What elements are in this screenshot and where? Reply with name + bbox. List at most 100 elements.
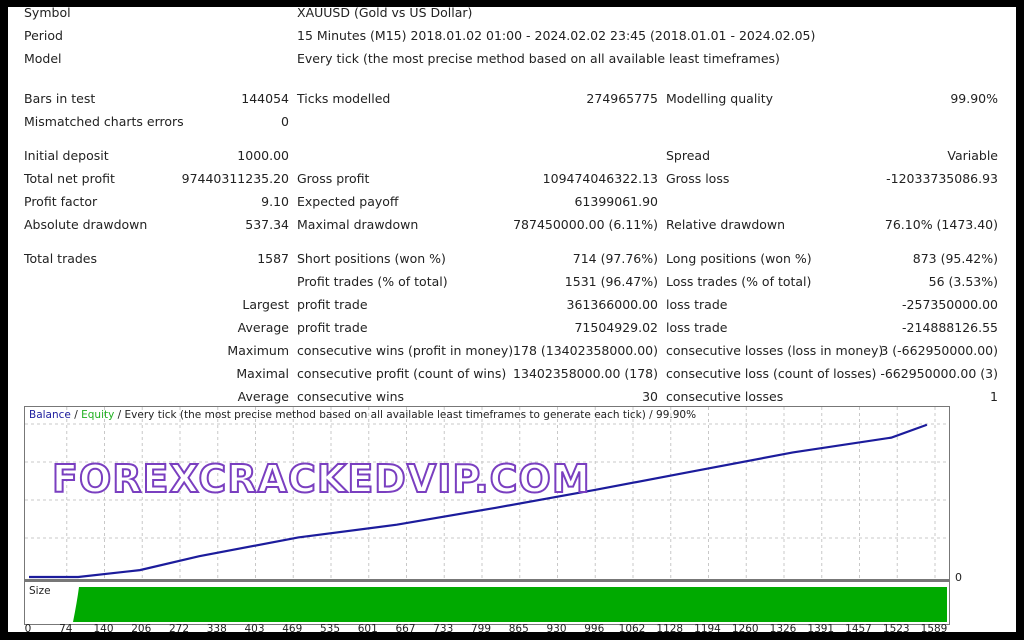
stat-label-2: consecutive wins (profit in money) xyxy=(297,343,514,358)
stat-row: Average consecutive wins 30 consecutive los… xyxy=(8,388,1016,406)
stat-label-1: Initial deposit xyxy=(24,148,109,163)
stat-label-1: Mismatched charts errors xyxy=(24,114,184,129)
stat-label-2: Maximal drawdown xyxy=(297,217,419,232)
stat-value-1: 537.34 xyxy=(245,217,289,232)
x-tick-label: 733 xyxy=(433,623,454,632)
stat-label-3: consecutive losses (loss in money) xyxy=(666,343,884,358)
stat-value-1: Average xyxy=(237,320,289,335)
x-tick-label: 601 xyxy=(357,623,378,632)
watermark-logo: FOREXCRACKEDVIP.COM xyxy=(51,456,591,502)
stat-value-2: 714 (97.76%) xyxy=(572,251,658,266)
stat-value-3: 56 (3.53%) xyxy=(928,274,998,289)
stat-value-1: Largest xyxy=(242,297,289,312)
period-label: Period xyxy=(24,28,63,43)
row-model: Model Every tick (the most precise metho… xyxy=(8,50,1016,68)
stat-label-3: Gross loss xyxy=(666,171,730,186)
x-tick-label: 1128 xyxy=(656,623,684,632)
stat-row: Largest profit trade 361366000.00 loss trad… xyxy=(8,296,1016,314)
stat-value-1: 144054 xyxy=(241,91,289,106)
stat-value-2: 13402358000.00 (178) xyxy=(513,366,658,381)
x-tick-label: 74 xyxy=(59,623,73,632)
stat-label-3: Long positions (won %) xyxy=(666,251,812,266)
stat-value-2: 30 xyxy=(642,389,658,404)
stat-row: Maximal consecutive profit (count of wins… xyxy=(8,365,1016,383)
stat-value-2: 1531 (96.47%) xyxy=(564,274,658,289)
x-tick-label: 1589 xyxy=(920,623,948,632)
stat-value-3: -257350000.00 xyxy=(902,297,998,312)
stat-label-3: loss trade xyxy=(666,320,728,335)
stat-label-1: Absolute drawdown xyxy=(24,217,148,232)
stat-value-1: 97440311235.20 xyxy=(181,171,289,186)
stat-label-2: consecutive wins xyxy=(297,389,405,404)
stat-label-3: consecutive losses xyxy=(666,389,784,404)
size-pane: Size xyxy=(24,581,950,625)
stat-label-3: Spread xyxy=(666,148,711,163)
stat-value-2: 178 (13402358000.00) xyxy=(513,343,658,358)
x-tick-label: 1062 xyxy=(618,623,646,632)
x-tick-label: 667 xyxy=(395,623,416,632)
period-value: 15 Minutes (M15) 2018.01.02 01:00 - 2024… xyxy=(297,28,816,43)
stat-label-2: profit trade xyxy=(297,297,368,312)
stat-label-2: Expected payoff xyxy=(297,194,399,209)
x-tick-label: 865 xyxy=(508,623,529,632)
x-tick-label: 535 xyxy=(319,623,341,632)
stat-row: Bars in test 144054 Ticks modelled 27496577… xyxy=(8,90,1016,108)
stat-value-2: 361366000.00 xyxy=(566,297,658,312)
x-tick-label: 1326 xyxy=(769,623,797,632)
stat-value-2: 61399061.90 xyxy=(574,194,658,209)
stat-value-3: Variable xyxy=(947,148,998,163)
stat-value-3: 873 (95.42%) xyxy=(912,251,998,266)
y-tick-label: 0 xyxy=(955,571,962,584)
stat-value-3: -214888126.55 xyxy=(902,320,998,335)
stat-label-2: consecutive profit (count of wins) xyxy=(297,366,507,381)
stat-value-2: 109474046322.13 xyxy=(542,171,658,186)
stat-label-3: Relative drawdown xyxy=(666,217,786,232)
stat-value-3: 3 (-662950000.00) xyxy=(880,343,998,358)
chart-legend: Balance / Equity / Every tick (the most … xyxy=(29,409,696,421)
stat-value-1: 1000.00 xyxy=(237,148,289,163)
stat-row: Absolute drawdown 537.34 Maximal drawdown 7… xyxy=(8,216,1016,234)
stat-label-3: Loss trades (% of total) xyxy=(666,274,812,289)
x-tick-label: 0 xyxy=(24,623,32,632)
x-tick-label: 272 xyxy=(168,623,190,632)
x-tick-label: 1391 xyxy=(807,623,835,632)
x-tick-label: 140 xyxy=(93,623,114,632)
stat-label-2: Gross profit xyxy=(297,171,370,186)
legend-model: / Every tick (the most precise method ba… xyxy=(114,409,697,421)
stat-value-1: 1587 xyxy=(257,251,289,266)
stat-value-1: 9.10 xyxy=(261,194,289,209)
stat-label-1: Total net profit xyxy=(24,171,115,186)
x-tick-label: 930 xyxy=(546,623,567,632)
stat-label-2: Profit trades (% of total) xyxy=(297,274,448,289)
x-tick-label: 996 xyxy=(584,623,605,632)
stat-row: Total trades 1587 Short positions (won %) 7… xyxy=(8,250,1016,268)
stat-value-3: -12033735086.93 xyxy=(886,171,998,186)
model-label: Model xyxy=(24,51,62,66)
x-tick-label: 469 xyxy=(282,623,303,632)
stat-value-3: 1 xyxy=(990,389,998,404)
stat-label-3: Modelling quality xyxy=(666,91,774,106)
stat-row: Profit trades (% of total) 1531 (96.47%) L… xyxy=(8,273,1016,291)
legend-separator: / xyxy=(70,409,82,421)
stat-value-2: 274965775 xyxy=(586,91,658,106)
stat-row: Profit factor 9.10 Expected payoff 61399061… xyxy=(8,193,1016,211)
stat-value-1: Maximum xyxy=(227,343,289,358)
stat-label-2: Short positions (won %) xyxy=(297,251,446,266)
size-label: Size xyxy=(29,585,51,597)
stat-label-3: consecutive loss (count of losses) xyxy=(666,366,877,381)
stat-value-1: Average xyxy=(237,389,289,404)
symbol-value: XAUUSD (Gold vs US Dollar) xyxy=(297,7,473,20)
stat-row: Total net profit 97440311235.20 Gross prof… xyxy=(8,170,1016,188)
x-tick-label: 403 xyxy=(244,623,265,632)
stat-value-1: 0 xyxy=(281,114,289,129)
stat-label-1: Profit factor xyxy=(24,194,98,209)
stat-row: Average profit trade 71504929.02 loss trade… xyxy=(8,319,1016,337)
stat-value-3: -662950000.00 (3) xyxy=(880,366,998,381)
row-period: Period 15 Minutes (M15) 2018.01.02 01:00… xyxy=(8,27,1016,45)
stat-value-2: 71504929.02 xyxy=(574,320,658,335)
x-tick-label: 206 xyxy=(131,623,152,632)
stat-label-1: Total trades xyxy=(24,251,98,266)
stat-label-3: loss trade xyxy=(666,297,728,312)
x-tick-label: 799 xyxy=(470,623,492,632)
x-tick-label: 1523 xyxy=(882,623,910,632)
